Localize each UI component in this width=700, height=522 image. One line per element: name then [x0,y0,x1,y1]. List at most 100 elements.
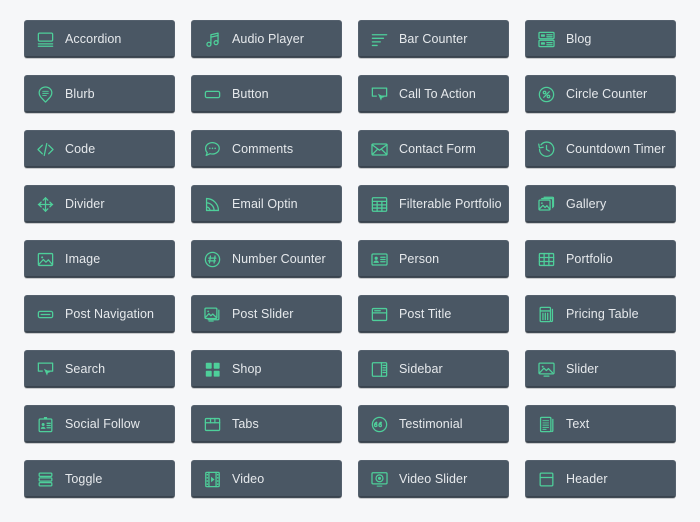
module-card[interactable]: Comments [191,130,342,168]
module-card[interactable]: Image [24,240,175,278]
comments-icon [201,138,223,160]
module-card[interactable]: Slider [525,350,676,388]
module-card[interactable]: Header [525,460,676,498]
sidebar-icon [368,358,390,380]
module-card[interactable]: Divider [24,185,175,223]
module-card-label: Video [232,471,265,486]
text-icon [535,413,557,435]
module-card-label: Post Title [399,306,452,321]
slider-icon [535,358,557,380]
module-card[interactable]: Social Follow [24,405,175,443]
module-card[interactable]: Portfolio [525,240,676,278]
module-card-label: Divider [65,196,105,211]
video-slider-icon [368,468,390,490]
module-card-label: Button [232,86,269,101]
module-card-label: Email Optin [232,196,298,211]
module-card[interactable]: Testimonial [358,405,509,443]
module-card[interactable]: Post Navigation [24,295,175,333]
module-card-label: Search [65,361,106,376]
accordion-icon [34,28,56,50]
module-card-label: Social Follow [65,416,140,431]
module-card[interactable]: Text [525,405,676,443]
post-slider-icon [201,303,223,325]
module-card-label: Image [65,251,101,266]
shop-icon [201,358,223,380]
module-card[interactable]: Pricing Table [525,295,676,333]
call-to-action-icon [368,83,390,105]
circle-counter-icon [535,83,557,105]
module-card[interactable]: Shop [191,350,342,388]
module-card-label: Bar Counter [399,31,468,46]
toggle-icon [34,468,56,490]
module-grid: Accordion Audio Player Bar Counter Blog Blur… [0,0,700,522]
button-icon [201,83,223,105]
module-card[interactable]: Blurb [24,75,175,113]
module-card-label: Pricing Table [566,306,639,321]
module-card-label: Person [399,251,440,266]
module-card-label: Post Navigation [65,306,155,321]
module-card[interactable]: Tabs [191,405,342,443]
number-counter-icon [201,248,223,270]
module-card[interactable]: Contact Form [358,130,509,168]
module-card[interactable]: Audio Player [191,20,342,58]
image-icon [34,248,56,270]
module-card[interactable]: Person [358,240,509,278]
module-card[interactable]: Code [24,130,175,168]
module-card-label: Gallery [566,196,607,211]
module-card-label: Slider [566,361,599,376]
blurb-icon [34,83,56,105]
social-follow-icon [34,413,56,435]
module-card-label: Accordion [65,31,122,46]
module-card[interactable]: Countdown Timer [525,130,676,168]
module-card-label: Countdown Timer [566,141,666,156]
module-card-label: Comments [232,141,294,156]
module-card[interactable]: Accordion [24,20,175,58]
module-card[interactable]: Call To Action [358,75,509,113]
module-card[interactable]: Blog [525,20,676,58]
divider-icon [34,193,56,215]
module-card[interactable]: Sidebar [358,350,509,388]
gallery-icon [535,193,557,215]
module-card-label: Text [566,416,590,431]
person-icon [368,248,390,270]
module-card[interactable]: Video [191,460,342,498]
module-card[interactable]: Circle Counter [525,75,676,113]
module-card-label: Number Counter [232,251,326,266]
module-card-label: Blurb [65,86,95,101]
module-card[interactable]: Post Slider [191,295,342,333]
post-navigation-icon [34,303,56,325]
module-card[interactable]: Email Optin [191,185,342,223]
module-card-label: Call To Action [399,86,476,101]
module-card[interactable]: Filterable Portfolio [358,185,509,223]
module-card[interactable]: Video Slider [358,460,509,498]
post-title-icon [368,303,390,325]
module-card[interactable]: Number Counter [191,240,342,278]
module-card[interactable]: Gallery [525,185,676,223]
module-card-label: Contact Form [399,141,476,156]
search-icon [34,358,56,380]
module-card-label: Toggle [65,471,103,486]
pricing-table-icon [535,303,557,325]
code-icon [34,138,56,160]
tabs-icon [201,413,223,435]
module-card-label: Code [65,141,96,156]
module-card[interactable]: Bar Counter [358,20,509,58]
module-card[interactable]: Search [24,350,175,388]
module-card-label: Circle Counter [566,86,648,101]
module-card[interactable]: Post Title [358,295,509,333]
countdown-timer-icon [535,138,557,160]
video-icon [201,468,223,490]
module-card-label: Filterable Portfolio [399,196,502,211]
contact-form-icon [368,138,390,160]
module-card-label: Blog [566,31,592,46]
module-card-label: Post Slider [232,306,294,321]
testimonial-icon [368,413,390,435]
module-card-label: Video Slider [399,471,468,486]
module-card[interactable]: Toggle [24,460,175,498]
header-icon [535,468,557,490]
module-card-label: Sidebar [399,361,443,376]
portfolio-icon [535,248,557,270]
module-card[interactable]: Button [191,75,342,113]
module-card-label: Header [566,471,608,486]
module-card-label: Portfolio [566,251,613,266]
